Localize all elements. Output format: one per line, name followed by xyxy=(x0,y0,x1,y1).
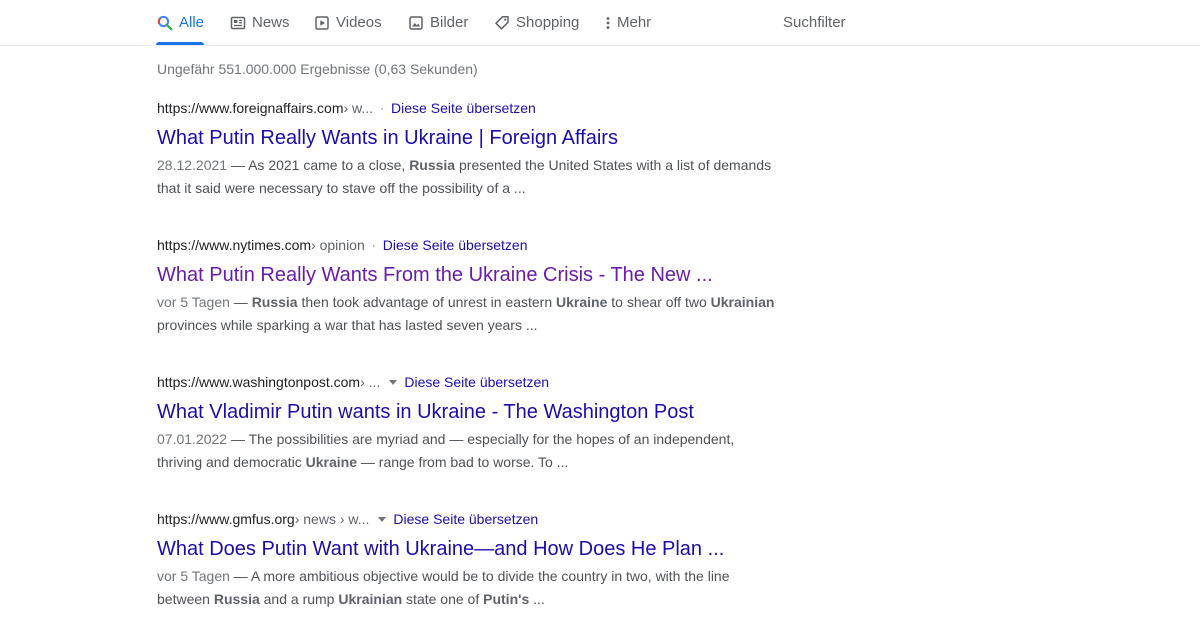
search-tabs-bar: Alle News Videos Bilder Shopping Mehr Su… xyxy=(0,0,1200,46)
tab-all[interactable]: Alle xyxy=(156,0,205,45)
result-title-link[interactable]: What Putin Really Wants From the Ukraine… xyxy=(157,262,797,288)
result-cite: https://www.gmfus.org › news › w... Dies… xyxy=(157,509,797,529)
snippet-text: then took advantage of unrest in eastern xyxy=(297,294,557,310)
tab-label: Videos xyxy=(336,14,382,31)
separator-dot: · xyxy=(371,238,376,252)
result-cite: https://www.foreignaffairs.com › w... · … xyxy=(157,98,797,118)
tab-news[interactable]: News xyxy=(229,0,290,45)
result-path: › opinion xyxy=(311,237,365,253)
result-path: › ... xyxy=(360,374,381,390)
more-vert-icon xyxy=(603,14,613,32)
result-url[interactable]: https://www.gmfus.org xyxy=(157,511,295,527)
snippet-keyword: Russia xyxy=(251,294,298,310)
result-url[interactable]: https://www.washingtonpost.com xyxy=(157,374,360,390)
chevron-down-icon[interactable] xyxy=(389,379,398,385)
newspaper-icon xyxy=(229,14,247,32)
tab-label: Shopping xyxy=(516,14,580,31)
translate-link[interactable]: Diese Seite übersetzen xyxy=(393,511,538,527)
result-url[interactable]: https://www.foreignaffairs.com xyxy=(157,100,343,116)
snippet-text: and a rump xyxy=(259,591,339,607)
tab-label: Bilder xyxy=(430,14,469,31)
snippet-text: — range from bad to worse. To ... xyxy=(357,454,569,470)
result-title-link[interactable]: What Putin Really Wants in Ukraine | For… xyxy=(157,125,797,151)
result-date: 07.01.2022 xyxy=(157,431,228,447)
result-title-link[interactable]: What Does Putin Want with Ukraine—and Ho… xyxy=(157,536,797,562)
snippet-keyword: Ukraine xyxy=(305,454,357,470)
result-snippet: vor 5 Tagen — Russia then took advantage… xyxy=(157,291,777,337)
search-result: https://www.foreignaffairs.com › w... · … xyxy=(157,98,797,200)
snippet-keyword: Russia xyxy=(409,157,456,173)
snippet-keyword: Ukraine xyxy=(556,294,608,310)
snippet-text: — As 2021 came to a close, xyxy=(227,157,410,173)
play-icon xyxy=(313,14,331,32)
result-snippet: 28.12.2021 — As 2021 came to a close, Ru… xyxy=(157,154,777,200)
search-result: https://www.gmfus.org › news › w... Dies… xyxy=(157,509,797,611)
tab-label: News xyxy=(252,14,290,31)
result-snippet: vor 5 Tagen — A more ambitious objective… xyxy=(157,565,777,611)
snippet-text: provinces while sparking a war that has … xyxy=(157,317,538,333)
result-cite: https://www.nytimes.com › opinion · Dies… xyxy=(157,235,797,255)
snippet-text: to shear off two xyxy=(607,294,711,310)
search-result: https://www.nytimes.com › opinion · Dies… xyxy=(157,235,797,337)
separator-dot: · xyxy=(380,101,385,115)
result-path: › w... xyxy=(343,100,374,116)
chevron-down-icon[interactable] xyxy=(378,516,387,522)
search-result: https://www.washingtonpost.com › ... Die… xyxy=(157,372,797,474)
translate-link[interactable]: Diese Seite übersetzen xyxy=(404,374,549,390)
translate-link[interactable]: Diese Seite übersetzen xyxy=(383,237,528,253)
tab-images[interactable]: Bilder xyxy=(407,0,468,45)
result-stats: Ungefähr 551.000.000 Ergebnisse (0,63 Se… xyxy=(157,61,478,77)
snippet-text: state one of xyxy=(402,591,484,607)
snippet-keyword: Russia xyxy=(213,591,260,607)
translate-link[interactable]: Diese Seite übersetzen xyxy=(391,100,536,116)
image-icon xyxy=(407,14,425,32)
result-path: › news › w... xyxy=(294,511,370,527)
result-date: vor 5 Tagen xyxy=(157,294,230,310)
tab-more[interactable]: Mehr xyxy=(603,0,651,45)
search-icon xyxy=(156,14,174,32)
snippet-keyword: Putin's xyxy=(483,591,530,607)
result-title-link[interactable]: What Vladimir Putin wants in Ukraine - T… xyxy=(157,399,797,425)
result-date: vor 5 Tagen xyxy=(157,568,230,584)
snippet-keyword: Ukrainian xyxy=(710,294,775,310)
tab-label: Alle xyxy=(179,14,205,31)
snippet-text: — xyxy=(229,294,252,310)
tab-label: Mehr xyxy=(617,14,652,31)
tab-videos[interactable]: Videos xyxy=(313,0,382,45)
search-filter-button[interactable]: Suchfilter xyxy=(783,0,846,45)
result-cite: https://www.washingtonpost.com › ... Die… xyxy=(157,372,797,392)
result-url[interactable]: https://www.nytimes.com xyxy=(157,237,311,253)
snippet-keyword: Ukrainian xyxy=(338,591,403,607)
tag-icon xyxy=(493,14,511,32)
result-date: 28.12.2021 xyxy=(157,157,228,173)
snippet-text: ... xyxy=(529,591,545,607)
tab-shopping[interactable]: Shopping xyxy=(493,0,579,45)
result-snippet: 07.01.2022 — The possibilities are myria… xyxy=(157,428,777,474)
